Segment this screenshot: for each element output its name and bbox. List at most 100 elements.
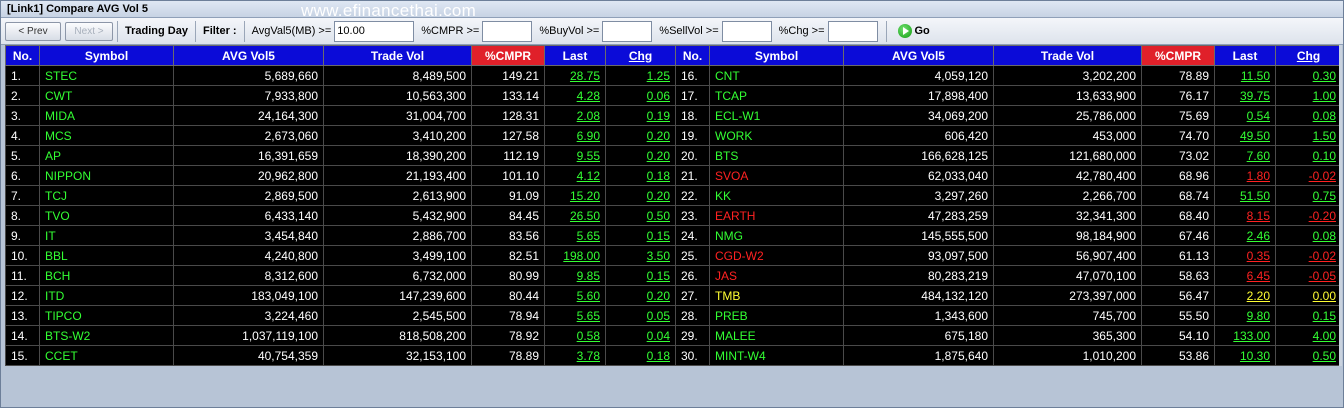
last-price-link[interactable]: 15.20	[544, 185, 606, 206]
change-link[interactable]: 4.00	[1275, 325, 1342, 346]
col-header-cmpr[interactable]: %CMPR	[1141, 45, 1215, 66]
change-link[interactable]: 3.50	[605, 245, 676, 266]
table-row[interactable]: 5. AP 16,391,659 18,390,200 112.19 9.55 0.20 20…	[5, 145, 1342, 166]
symbol-cell[interactable]: NIPPON	[39, 165, 174, 186]
symbol-cell[interactable]: TIPCO	[39, 305, 174, 326]
change-link[interactable]: 0.50	[605, 205, 676, 226]
symbol-cell[interactable]: JAS	[709, 265, 844, 286]
cmpr-filter-input[interactable]	[482, 20, 533, 42]
change-link[interactable]: 0.08	[1275, 225, 1342, 246]
next-button[interactable]: Next >	[65, 21, 113, 41]
change-link[interactable]: 0.15	[1275, 305, 1342, 326]
change-link[interactable]: 1.00	[1275, 85, 1342, 106]
col-header-symbol[interactable]: Symbol	[709, 45, 844, 66]
symbol-cell[interactable]: CCET	[39, 345, 174, 366]
change-link[interactable]: 0.20	[605, 185, 676, 206]
last-price-link[interactable]: 11.50	[1214, 65, 1276, 86]
last-price-link[interactable]: 39.75	[1214, 85, 1276, 106]
change-link[interactable]: 0.10	[1275, 145, 1342, 166]
table-row[interactable]: 10. BBL 4,240,800 3,499,100 82.51 198.00 3.50 2…	[5, 245, 1342, 266]
change-link[interactable]: 0.08	[1275, 105, 1342, 126]
change-link[interactable]: 1.25	[605, 65, 676, 86]
last-price-link[interactable]: 2.20	[1214, 285, 1276, 306]
table-row[interactable]: 14. BTS-W2 1,037,119,100 818,508,200 78.92 0.…	[5, 325, 1342, 346]
symbol-cell[interactable]: BCH	[39, 265, 174, 286]
last-price-link[interactable]: 2.46	[1214, 225, 1276, 246]
last-price-link[interactable]: 10.30	[1214, 345, 1276, 366]
last-price-link[interactable]: 1.80	[1214, 165, 1276, 186]
symbol-cell[interactable]: TCAP	[709, 85, 844, 106]
symbol-cell[interactable]: MINT-W4	[709, 345, 844, 366]
last-price-link[interactable]: 3.78	[544, 345, 606, 366]
col-header-last[interactable]: Last	[544, 45, 606, 66]
symbol-cell[interactable]: EARTH	[709, 205, 844, 226]
change-link[interactable]: 0.15	[605, 225, 676, 246]
change-link[interactable]: -0.02	[1275, 165, 1342, 186]
chg-filter-input[interactable]	[827, 20, 878, 42]
sellvol-filter-input[interactable]	[721, 20, 772, 42]
last-price-link[interactable]: 5.65	[544, 225, 606, 246]
buyvol-filter-input[interactable]	[602, 20, 653, 42]
symbol-cell[interactable]: CGD-W2	[709, 245, 844, 266]
symbol-cell[interactable]: CNT	[709, 65, 844, 86]
change-link[interactable]: 0.15	[605, 265, 676, 286]
change-link[interactable]: 0.20	[605, 125, 676, 146]
last-price-link[interactable]: 51.50	[1214, 185, 1276, 206]
symbol-cell[interactable]: BTS	[709, 145, 844, 166]
change-link[interactable]: 0.20	[605, 285, 676, 306]
col-header-tradevol[interactable]: Trade Vol	[323, 45, 472, 66]
symbol-cell[interactable]: STEC	[39, 65, 174, 86]
change-link[interactable]: 0.05	[605, 305, 676, 326]
table-row[interactable]: 9. IT 3,454,840 2,886,700 83.56 5.65 0.15 24. NM…	[5, 225, 1342, 246]
symbol-cell[interactable]: ECL-W1	[709, 105, 844, 126]
symbol-cell[interactable]: NMG	[709, 225, 844, 246]
change-link[interactable]: -0.05	[1275, 265, 1342, 286]
last-price-link[interactable]: 9.55	[544, 145, 606, 166]
last-price-link[interactable]: 5.65	[544, 305, 606, 326]
last-price-link[interactable]: 0.58	[544, 325, 606, 346]
change-link[interactable]: 0.18	[605, 165, 676, 186]
change-link[interactable]: 0.04	[605, 325, 676, 346]
last-price-link[interactable]: 133.00	[1214, 325, 1276, 346]
change-link[interactable]: 0.19	[605, 105, 676, 126]
symbol-cell[interactable]: SVOA	[709, 165, 844, 186]
last-price-link[interactable]: 6.45	[1214, 265, 1276, 286]
col-header-chg[interactable]: Chg	[1275, 45, 1342, 66]
last-price-link[interactable]: 198.00	[544, 245, 606, 266]
col-header-last[interactable]: Last	[1214, 45, 1276, 66]
symbol-cell[interactable]: AP	[39, 145, 174, 166]
table-row[interactable]: 7. TCJ 2,869,500 2,613,900 91.09 15.20 0.20 22.…	[5, 185, 1342, 206]
table-row[interactable]: 12. ITD 183,049,100 147,239,600 80.44 5.60 0.2…	[5, 285, 1342, 306]
change-link[interactable]: 0.20	[605, 145, 676, 166]
last-price-link[interactable]: 26.50	[544, 205, 606, 226]
change-link[interactable]: 0.00	[1275, 285, 1342, 306]
col-header-tradevol[interactable]: Trade Vol	[993, 45, 1142, 66]
symbol-cell[interactable]: CWT	[39, 85, 174, 106]
symbol-cell[interactable]: BBL	[39, 245, 174, 266]
symbol-cell[interactable]: MIDA	[39, 105, 174, 126]
avgvol-filter-input[interactable]: 10.00	[334, 20, 415, 42]
table-row[interactable]: 11. BCH 8,312,600 6,732,000 80.99 9.85 0.15 26.…	[5, 265, 1342, 286]
table-row[interactable]: 15. CCET 40,754,359 32,153,100 78.89 3.78 0.18…	[5, 345, 1342, 366]
col-header-avgvol[interactable]: AVG Vol5	[843, 45, 994, 66]
symbol-cell[interactable]: TVO	[39, 205, 174, 226]
last-price-link[interactable]: 5.60	[544, 285, 606, 306]
symbol-cell[interactable]: PREB	[709, 305, 844, 326]
last-price-link[interactable]: 8.15	[1214, 205, 1276, 226]
symbol-cell[interactable]: TCJ	[39, 185, 174, 206]
table-row[interactable]: 2. CWT 7,933,800 10,563,300 133.14 4.28 0.06 17…	[5, 85, 1342, 106]
symbol-cell[interactable]: MALEE	[709, 325, 844, 346]
symbol-cell[interactable]: TMB	[709, 285, 844, 306]
table-row[interactable]: 3. MIDA 24,164,300 31,004,700 128.31 2.08 0.19…	[5, 105, 1342, 126]
last-price-link[interactable]: 28.75	[544, 65, 606, 86]
last-price-link[interactable]: 0.54	[1214, 105, 1276, 126]
last-price-link[interactable]: 4.12	[544, 165, 606, 186]
last-price-link[interactable]: 9.85	[544, 265, 606, 286]
symbol-cell[interactable]: IT	[39, 225, 174, 246]
table-row[interactable]: 13. TIPCO 3,224,460 2,545,500 78.94 5.65 0.05 2…	[5, 305, 1342, 326]
change-link[interactable]: 0.50	[1275, 345, 1342, 366]
symbol-cell[interactable]: KK	[709, 185, 844, 206]
col-header-symbol[interactable]: Symbol	[39, 45, 174, 66]
change-link[interactable]: -0.20	[1275, 205, 1342, 226]
last-price-link[interactable]: 0.35	[1214, 245, 1276, 266]
